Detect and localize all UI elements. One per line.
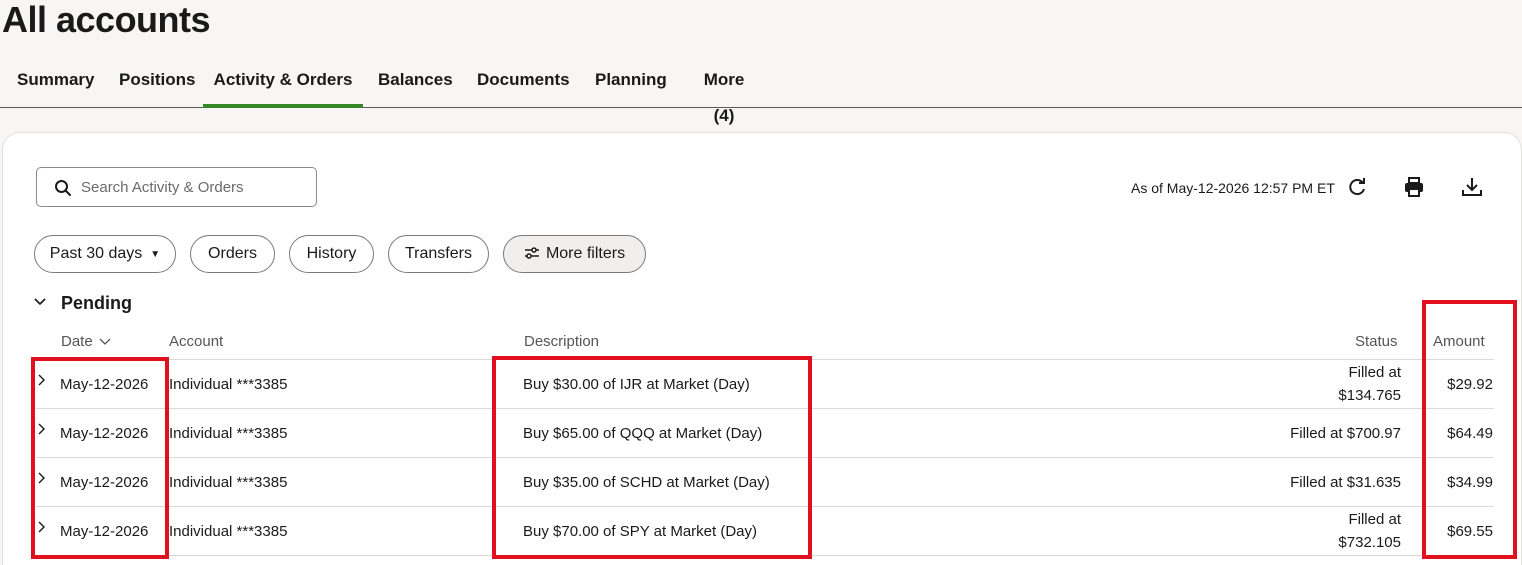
refresh-icon[interactable] (1345, 175, 1369, 204)
caret-down-icon: ▼ (150, 249, 161, 260)
page-title: All accounts (2, 0, 211, 40)
period-filter-button[interactable]: Past 30 days ▼ (34, 235, 176, 273)
status-column-header: Status (1355, 333, 1398, 350)
row-account: Individual ***3385 (169, 474, 288, 491)
date-column-highlight-box (31, 357, 169, 559)
search-input[interactable] (81, 172, 311, 202)
row-status-line1: Filled at (1348, 511, 1401, 528)
tab-planning[interactable]: Planning (595, 62, 667, 107)
description-column-header: Description (524, 333, 600, 350)
tab-documents[interactable]: Documents (477, 62, 570, 107)
chevron-down-icon (34, 298, 46, 306)
section-title: Pending (61, 293, 132, 313)
tab-balances[interactable]: Balances (378, 62, 453, 107)
tab-positions[interactable]: Positions (119, 62, 196, 107)
tab-more[interactable]: More (4) (692, 62, 756, 125)
history-filter-button[interactable]: History (289, 235, 374, 273)
row-status: Filled at $700.97 (1200, 422, 1401, 445)
tab-activity-orders[interactable]: Activity & Orders (203, 62, 363, 108)
transfers-filter-button[interactable]: Transfers (388, 235, 489, 273)
row-account: Individual ***3385 (169, 425, 288, 442)
row-status: Filled at $31.635 (1200, 471, 1401, 494)
row-status-line2: $134.765 (1338, 387, 1401, 404)
date-header-label: Date (61, 333, 93, 350)
account-column-header: Account (169, 333, 224, 350)
as-of-timestamp: As of May-12-2026 12:57 PM ET (1131, 180, 1335, 196)
row-status-line1: Filled at $700.97 (1290, 425, 1401, 442)
print-icon[interactable] (1402, 175, 1426, 204)
row-account: Individual ***3385 (169, 376, 288, 393)
more-filters-button[interactable]: More filters (503, 235, 646, 273)
amount-column-highlight-box (1422, 300, 1517, 559)
row-status-line2: $732.105 (1338, 534, 1401, 551)
tab-summary[interactable]: Summary (17, 62, 94, 107)
orders-filter-button[interactable]: Orders (190, 235, 275, 273)
search-icon (55, 180, 71, 196)
description-column-highlight-box (492, 356, 812, 559)
period-filter-label: Past 30 days (49, 245, 143, 262)
row-status: Filled at $732.105 (1200, 508, 1401, 554)
date-column-header[interactable]: Date (61, 333, 111, 351)
row-status-line1: Filled at (1348, 364, 1401, 381)
sliders-icon (524, 247, 539, 259)
download-icon[interactable] (1460, 175, 1484, 204)
row-account: Individual ***3385 (169, 523, 288, 540)
tab-bar: Summary Positions Activity & Orders Bala… (0, 62, 1522, 125)
more-filters-label: More filters (545, 245, 626, 262)
row-status: Filled at $134.765 (1200, 361, 1401, 407)
row-status-line1: Filled at $31.635 (1290, 474, 1401, 491)
search-box[interactable] (36, 167, 317, 207)
sort-chevron-down-icon (99, 338, 111, 345)
